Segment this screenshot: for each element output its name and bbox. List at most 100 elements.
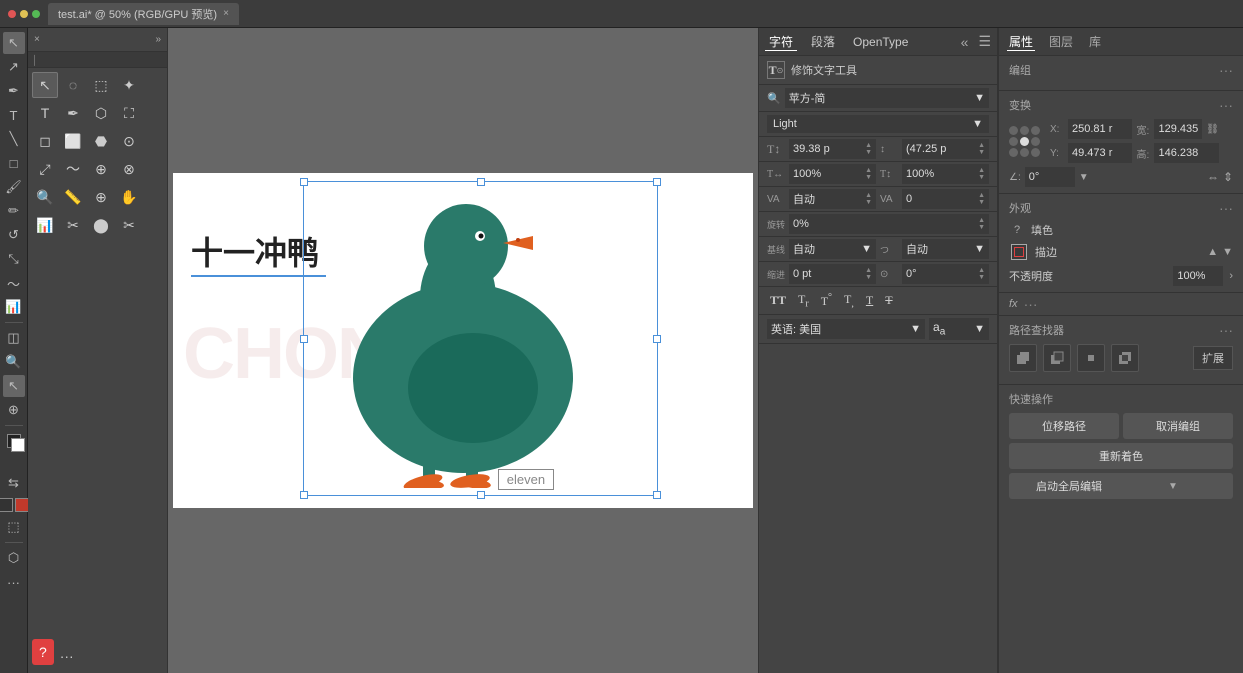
anchor-center[interactable] (1020, 137, 1029, 146)
font-select[interactable]: 苹方-简 ▼ (785, 88, 989, 108)
st-puppet[interactable]: ⊕ (88, 156, 114, 182)
st-circle[interactable]: ⊙ (116, 128, 142, 154)
recolor-btn[interactable]: 重新着色 (1009, 443, 1233, 469)
opacity-input[interactable]: 100% (1173, 266, 1223, 286)
typo-btn-T-strike[interactable]: T (882, 292, 895, 309)
document-tab[interactable]: test.ai* @ 50% (RGB/GPU 预览) × (48, 3, 239, 25)
leading-input[interactable]: (47.25 p ▲ ▼ (902, 139, 989, 159)
rotation-input[interactable]: 0% ▲ ▼ (789, 214, 989, 234)
tab-opentype[interactable]: OpenType (849, 35, 912, 49)
close-dot[interactable] (8, 10, 16, 18)
st-hand[interactable]: ✋ (116, 184, 142, 210)
anchor-tl[interactable] (1009, 126, 1018, 135)
st-knife[interactable]: ✂ (60, 212, 86, 238)
leading-up[interactable]: ▲ (978, 142, 985, 149)
eyedropper-tool[interactable]: 🔍 (3, 351, 25, 373)
st-special[interactable]: ? (32, 639, 54, 665)
tab-paragraph[interactable]: 段落 (807, 33, 839, 50)
flip-v-icon[interactable]: ⇕ (1223, 170, 1233, 184)
st-fill[interactable]: ⬜ (60, 128, 86, 154)
handle-tr[interactable] (653, 178, 661, 186)
angle-dropdown[interactable]: ▼ (1079, 172, 1089, 183)
height-input[interactable]: 146.238 (1154, 143, 1218, 163)
size-down[interactable]: ▼ (865, 149, 872, 156)
color-swap[interactable]: ⇆ (3, 472, 25, 494)
pf-exclude[interactable] (1111, 344, 1139, 372)
baseline-dropdown[interactable]: 自动 ▼ (789, 239, 876, 259)
st-scissors[interactable]: ✂ (116, 212, 142, 238)
stroke-swatch[interactable] (15, 498, 29, 512)
scale-tool[interactable]: ⤡ (3, 248, 25, 270)
zoom-tool[interactable]: ⊕ (3, 399, 25, 421)
char-panel-menu[interactable]: ☰ (978, 33, 991, 50)
st-eraser[interactable]: ⬤ (88, 212, 114, 238)
typo-btn-Tr[interactable]: Tr (795, 291, 812, 310)
stroke-checkbox[interactable] (1011, 244, 1027, 260)
st-graph[interactable]: 📊 (32, 212, 58, 238)
y-input[interactable]: 49.473 r (1068, 143, 1132, 163)
group-more[interactable]: ··· (1219, 62, 1233, 78)
handle-bl[interactable] (300, 491, 308, 499)
st-transform[interactable]: ⤢ (32, 156, 58, 182)
line-tool[interactable]: ╲ (3, 128, 25, 150)
tab-properties[interactable]: 属性 (1007, 33, 1035, 51)
pf-expand-btn[interactable]: 扩展 (1193, 346, 1233, 370)
anchor-mr[interactable] (1031, 137, 1040, 146)
language-select[interactable]: 英语: 美国 ▼ (767, 319, 925, 339)
angle-input[interactable]: 0° (1025, 167, 1075, 187)
flip-h-icon[interactable]: ⇔ (1207, 170, 1219, 184)
ungroup-btn[interactable]: 取消编组 (1123, 413, 1233, 439)
maximize-dot[interactable] (32, 10, 40, 18)
anchor-br[interactable] (1031, 148, 1040, 157)
st-text[interactable]: T (32, 100, 58, 126)
scale-h-input[interactable]: 100% ▲ ▼ (789, 164, 876, 184)
leading-down[interactable]: ▼ (978, 149, 985, 156)
paintbrush-tool[interactable]: 🖌 (3, 176, 25, 198)
pf-intersect[interactable] (1077, 344, 1105, 372)
font-dropdown-arrow[interactable]: ▼ (974, 92, 985, 104)
st-grid[interactable]: ⬣ (88, 128, 114, 154)
st-draw[interactable]: ◌ (60, 72, 86, 98)
st-square[interactable]: ◻ (32, 128, 58, 154)
scale-v-input[interactable]: 100% ▲ ▼ (902, 164, 989, 184)
handle-br[interactable] (653, 491, 661, 499)
char-panel-collapse[interactable]: « (961, 34, 969, 50)
screen-mode[interactable]: ⬚ (3, 516, 25, 538)
stroke-down[interactable]: ▼ (1222, 246, 1233, 258)
tab-library[interactable]: 库 (1087, 33, 1103, 50)
pathfinder-more[interactable]: ··· (1219, 322, 1233, 338)
tab-layers[interactable]: 图层 (1047, 33, 1075, 50)
anchor-tr[interactable] (1031, 126, 1040, 135)
leading-arrows[interactable]: ▲ ▼ (978, 142, 985, 156)
second-toolbar-expand[interactable]: » (155, 34, 161, 45)
stroke-up[interactable]: ▲ (1207, 246, 1218, 258)
typo-btn-T-under[interactable]: T (863, 292, 876, 309)
minimize-dot[interactable] (20, 10, 28, 18)
rotate-tool[interactable]: ↺ (3, 224, 25, 246)
tab-close-icon[interactable]: × (223, 8, 229, 19)
typo-btn-T-sub[interactable]: T, (841, 291, 857, 310)
st-measure[interactable]: 📏 (60, 184, 86, 210)
pen-tool[interactable]: ✒ (3, 80, 25, 102)
more-tools[interactable]: ··· (3, 571, 25, 593)
opacity-expand[interactable]: › (1229, 270, 1233, 282)
warp-tool[interactable]: 〜 (3, 272, 25, 294)
width-input[interactable]: 129.435 (1154, 119, 1202, 139)
typo-btn-T-super[interactable]: T° (818, 291, 835, 310)
fill-tool[interactable] (3, 430, 25, 452)
hand-tool[interactable]: ↖ (3, 375, 25, 397)
x-input[interactable]: 250.81 r (1068, 119, 1132, 139)
second-toolbar-close[interactable]: × (34, 34, 40, 45)
pencil-tool[interactable]: ✏ (3, 200, 25, 222)
st-select[interactable]: ↖ (32, 72, 58, 98)
typo-btn-TT[interactable]: TT (767, 292, 789, 309)
tracking-input[interactable]: 自动 ▲ ▼ (789, 189, 876, 209)
tab-character[interactable]: 字符 (765, 33, 797, 51)
st-more[interactable]: ··· (54, 643, 80, 669)
transform-more[interactable]: ··· (1219, 97, 1233, 113)
kerning-arrows[interactable]: ▲ ▼ (978, 192, 985, 206)
st-pen[interactable]: ✒ (60, 100, 86, 126)
select-tool[interactable]: ↖ (3, 32, 25, 54)
st-warp[interactable]: 〜 (60, 156, 86, 182)
st-frame[interactable]: ⛶ (116, 100, 142, 126)
